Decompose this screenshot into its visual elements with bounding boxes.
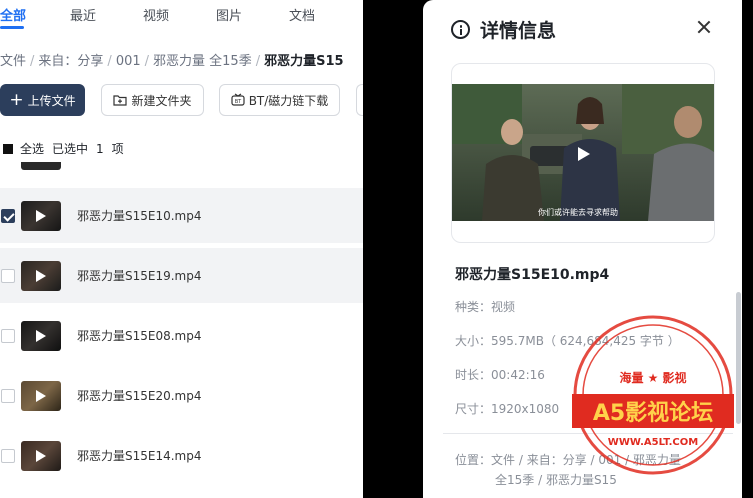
- select-all-label[interactable]: 全选: [20, 140, 44, 157]
- row-checkbox[interactable]: [1, 208, 15, 223]
- new-folder-label: 新建文件夹: [131, 93, 192, 108]
- details-title: 详情信息: [480, 20, 557, 42]
- bt-icon: BT: [231, 93, 245, 107]
- bt-magnet-download-button[interactable]: BT BT/磁力链下载: [219, 84, 340, 116]
- detail-location-label: 位置：: [455, 453, 492, 467]
- tab-images[interactable]: 图片: [216, 5, 242, 24]
- detail-location-line1[interactable]: 文件 / 来自：分享 / 001 / 邪恶力量: [491, 453, 681, 467]
- tab-all[interactable]: 全部: [0, 5, 26, 24]
- selected-suffix: 项: [111, 142, 124, 156]
- details-header: 详情信息: [451, 16, 556, 43]
- file-name[interactable]: 邪恶力量S15E20.mp4: [77, 387, 202, 404]
- category-tabs: 全部 最近 视频 图片 文档: [0, 0, 363, 30]
- row-checkbox[interactable]: [1, 268, 15, 283]
- video-thumbnail: [21, 200, 61, 231]
- selected-prefix: 已选中: [52, 142, 89, 156]
- detail-size-label: 大小：: [455, 334, 492, 348]
- upload-file-label: 上传文件: [27, 93, 76, 108]
- select-all-bar: 全选 已选中 1 项: [0, 140, 132, 157]
- breadcrumb-item-001[interactable]: 001: [116, 54, 141, 69]
- breadcrumb-item-files[interactable]: 文件: [0, 54, 26, 69]
- play-icon: [36, 209, 46, 222]
- close-icon[interactable]: [695, 18, 713, 36]
- detail-resolution-label: 尺寸：: [455, 402, 492, 416]
- file-row[interactable]: 邪恶力量S15E20.mp4: [0, 368, 363, 423]
- thumbnail-partial: [21, 162, 61, 170]
- detail-type-label: 种类：: [455, 300, 492, 314]
- row-checkbox[interactable]: [1, 448, 15, 463]
- video-subtitle: 你们或许能去寻求帮助: [538, 208, 618, 217]
- breadcrumb: 文件 / 来自：分享/001/邪恶力量 全15季 / 邪恶力量S15: [0, 54, 344, 69]
- more-actions-button[interactable]: [356, 84, 363, 116]
- file-name[interactable]: 邪恶力量S15E14.mp4: [77, 447, 202, 464]
- tab-recent[interactable]: 最近: [70, 5, 96, 24]
- svg-text:BT: BT: [234, 99, 241, 105]
- detail-duration: 时长：00:42:16: [455, 366, 545, 383]
- row-checkbox[interactable]: [1, 328, 15, 343]
- file-row[interactable]: 邪恶力量S15E08.mp4: [0, 308, 363, 363]
- details-scrollbar[interactable]: [736, 292, 741, 424]
- detail-duration-value: 00:42:16: [491, 368, 545, 382]
- detail-resolution-value: 1920x1080: [491, 402, 560, 416]
- play-icon: [36, 329, 46, 342]
- detail-size-value: 595.7MB（ 624,684,425 字节 ）: [491, 334, 680, 348]
- file-name[interactable]: 邪恶力量S15E19.mp4: [77, 267, 202, 284]
- bt-magnet-download-label: BT/磁力链下载: [248, 93, 329, 108]
- row-checkbox[interactable]: [1, 388, 15, 403]
- detail-type-value: 视频: [491, 300, 516, 314]
- file-browser: 全部 最近 视频 图片 文档 文件 / 来自：分享/001/邪恶力量 全15季 / 邪恶…: [0, 0, 363, 498]
- detail-type: 种类：视频: [455, 298, 515, 315]
- breadcrumb-item-series[interactable]: 邪恶力量 全15季: [153, 54, 252, 69]
- play-icon: [36, 449, 46, 462]
- plus-icon: +: [9, 89, 24, 110]
- file-row[interactable]: 邪恶力量S15E14.mp4: [0, 428, 363, 483]
- tab-docs[interactable]: 文档: [289, 5, 315, 24]
- selected-count: 1: [96, 141, 104, 156]
- play-icon: [36, 269, 46, 282]
- video-preview[interactable]: 你们或许能去寻求帮助: [452, 84, 714, 221]
- detail-size: 大小：595.7MB（ 624,684,425 字节 ）: [455, 332, 680, 349]
- video-thumbnail: [21, 320, 61, 351]
- detail-file-name: 邪恶力量S15E10.mp4: [455, 267, 610, 283]
- preview-card: 你们或许能去寻求帮助: [451, 63, 715, 243]
- video-thumbnail: [21, 380, 61, 411]
- play-icon: [36, 389, 46, 402]
- breadcrumb-item-shared[interactable]: 来自：分享: [38, 54, 103, 69]
- video-thumbnail: [21, 440, 61, 471]
- upload-file-button[interactable]: + 上传文件: [0, 84, 85, 116]
- file-row[interactable]: 邪恶力量S15E19.mp4: [0, 248, 363, 303]
- folder-plus-icon: [113, 94, 128, 106]
- detail-resolution: 尺寸：1920x1080: [455, 400, 559, 417]
- detail-location-line2[interactable]: 全15季 / 邪恶力量S15: [455, 470, 725, 490]
- play-icon[interactable]: [578, 147, 590, 161]
- file-row[interactable]: 邪恶力量S15E10.mp4: [0, 188, 363, 243]
- details-panel: 详情信息 你们或许能去寻求帮助 邪恶力量S15E10.mp4 种类：视频 大小：…: [423, 0, 742, 498]
- tab-video[interactable]: 视频: [143, 5, 169, 24]
- detail-location: 位置：文件 / 来自：分享 / 001 / 邪恶力量 全15季 / 邪恶力量S1…: [455, 450, 725, 490]
- details-divider: [443, 433, 733, 434]
- breadcrumb-item-current: 邪恶力量S15: [264, 54, 344, 69]
- new-folder-button[interactable]: 新建文件夹: [101, 84, 204, 116]
- detail-duration-label: 时长：: [455, 368, 492, 382]
- select-all-checkbox[interactable]: [3, 143, 13, 154]
- video-thumbnail: [21, 260, 61, 291]
- file-name[interactable]: 邪恶力量S15E10.mp4: [77, 207, 202, 224]
- info-icon: [451, 20, 470, 39]
- active-tab-indicator: [0, 26, 24, 29]
- file-name[interactable]: 邪恶力量S15E08.mp4: [77, 327, 202, 344]
